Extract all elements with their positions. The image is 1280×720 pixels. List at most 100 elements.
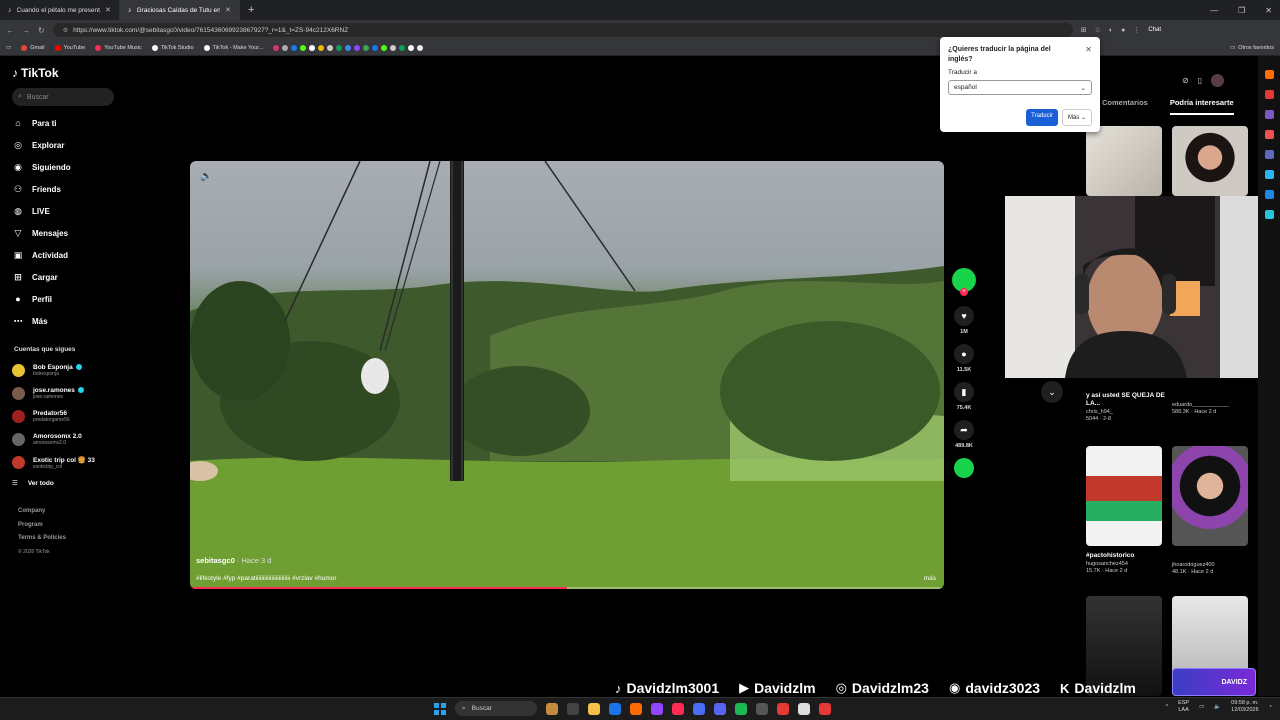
list-item[interactable]: eduardo____________ 588.3K · Hace 2 d — [1172, 401, 1252, 415]
close-tab-icon[interactable]: ✕ — [105, 6, 111, 14]
windows-start-icon[interactable] — [434, 702, 446, 715]
list-item[interactable]: y así usted SE QUEJA DE LA... chris_h94_… — [1086, 392, 1166, 422]
save-button[interactable]: ▮ — [954, 382, 974, 402]
video-thumbnail[interactable] — [1086, 446, 1162, 546]
sidebar-item-friends[interactable]: ⚇ Friends — [12, 178, 108, 200]
bookmark-tiktok[interactable]: TikTok - Make Your... — [203, 44, 263, 51]
extension-icon[interactable] — [1264, 170, 1274, 179]
tray-chevron-icon[interactable]: ^ — [1165, 704, 1168, 710]
list-item[interactable]: jhoarodriguez400 48.1K · Hace 2 d — [1172, 561, 1252, 575]
site-info-icon[interactable]: ⚙ — [63, 27, 68, 34]
star-icon[interactable]: ☆ — [1095, 26, 1101, 34]
see-all-button[interactable]: ☰ Ver todo — [12, 476, 108, 490]
taskbar-app-icon[interactable] — [630, 702, 642, 715]
footer-terms[interactable]: Terms & Policies — [18, 535, 108, 549]
chrome-icon[interactable] — [609, 702, 621, 715]
video-thumbnail[interactable] — [1172, 126, 1248, 196]
extension-icon[interactable] — [1264, 90, 1274, 99]
footer-company[interactable]: Company — [18, 508, 108, 522]
footer-program[interactable]: Program — [18, 522, 108, 536]
video-thumbnail[interactable] — [1086, 126, 1162, 196]
url-field[interactable]: ⚙ https://www.tiktok.com/@sebitasgc0/vid… — [52, 23, 1073, 37]
share-button[interactable]: ➦ — [954, 420, 974, 440]
back-icon[interactable]: ← — [6, 26, 14, 35]
bookmark-tiktok-studio[interactable]: TikTok Studio — [151, 44, 194, 51]
bookmark-youtube-music[interactable]: YouTube Music — [95, 44, 142, 51]
following-item[interactable]: Amorosomx 2.0 amorosomx2.0 — [12, 428, 108, 451]
phone-icon[interactable]: ▯ — [1198, 76, 1202, 85]
tab-recommended[interactable]: Podría interesarte — [1169, 98, 1234, 115]
taskbar-app-icon[interactable] — [756, 702, 768, 715]
extension-icon[interactable] — [1264, 110, 1274, 119]
translate-button[interactable]: Traducir — [1026, 109, 1058, 126]
reload-icon[interactable]: ↻ — [38, 26, 45, 35]
extension-icon[interactable] — [1264, 150, 1274, 159]
following-item[interactable]: Predator56 predatorgame56 — [12, 405, 108, 428]
tab-comments[interactable]: Comentarios — [1102, 98, 1148, 115]
video-author[interactable]: sebitasgc0 · Hace 3 d — [196, 556, 271, 565]
taskbar-app-icon[interactable] — [651, 702, 663, 715]
taskbar-app-icon[interactable] — [798, 702, 810, 715]
browser-tab-1[interactable]: ♪ Cuando el pétalo me presenta a s ✕ — [0, 0, 120, 20]
profile-icon[interactable]: ● — [1121, 27, 1125, 34]
sidebar-item-actividad[interactable]: ▣ Actividad — [12, 244, 108, 266]
comment-button[interactable]: ● — [954, 344, 974, 364]
network-icon[interactable]: ▭ — [1199, 704, 1204, 710]
following-item[interactable]: Exotic trip col 🍔 33 exotictrip_col — [12, 451, 108, 474]
video-player[interactable]: 🔈 sebitasgc0 · Hace 3 d #lifestyle #fyp … — [190, 161, 944, 589]
bookmark-other-folder[interactable]: ▭ Otros favoritos — [1230, 45, 1274, 51]
video-progress-bar[interactable] — [190, 587, 944, 589]
new-tab-button[interactable]: + — [240, 4, 262, 16]
video-hashtags[interactable]: #lifestyle #fyp #paratiiiiiiiiiiiiiiiiii… — [196, 575, 337, 582]
sidebar-item-m-s[interactable]: ⋯ Más — [12, 310, 108, 332]
chevron-down-icon[interactable]: ⌄ — [1041, 381, 1063, 403]
spotify-icon[interactable] — [735, 702, 747, 715]
minimize-icon[interactable]: — — [1210, 6, 1218, 15]
sidebar-item-explorar[interactable]: ◎ Explorar — [12, 134, 108, 156]
volume-icon[interactable]: 🔈 — [200, 171, 212, 182]
close-window-icon[interactable]: ✕ — [1265, 6, 1272, 15]
more-options-button[interactable]: Más ⌄ — [1061, 109, 1092, 126]
extension-icon[interactable] — [1264, 210, 1274, 219]
close-icon[interactable]: ✕ — [1085, 45, 1092, 54]
task-view-icon[interactable] — [567, 702, 579, 715]
chat-button[interactable]: Chat — [1148, 27, 1161, 33]
sidebar-item-mensajes[interactable]: ▽ Mensajes — [12, 222, 108, 244]
bookmark-youtube[interactable]: YouTube — [54, 44, 85, 51]
taskbar-search[interactable]: ⌕ Buscar — [455, 701, 537, 716]
taskbar-app-icon[interactable] — [546, 702, 558, 715]
close-tab-icon[interactable]: ✕ — [225, 6, 231, 14]
language-indicator[interactable]: ESP LAA — [1178, 700, 1189, 714]
extension-icon[interactable] — [1264, 70, 1274, 79]
language-select[interactable]: español ⌄ — [948, 80, 1092, 95]
extension-icon[interactable]: ◐ — [1109, 27, 1113, 34]
tiktok-icon[interactable] — [672, 702, 684, 715]
discord-icon[interactable] — [714, 702, 726, 715]
forward-icon[interactable]: → — [22, 26, 30, 35]
notifications-icon[interactable]: ◔ — [1269, 704, 1272, 710]
bookmark-gmail[interactable]: Gmail — [21, 44, 45, 51]
music-disc-icon[interactable] — [954, 458, 974, 478]
sidebar-item-live[interactable]: ◍ LIVE — [12, 200, 108, 222]
volume-icon[interactable]: 🔈 — [1214, 704, 1221, 710]
tiktok-logo[interactable]: ♪ TikTok — [12, 66, 108, 80]
sidebar-item-perfil[interactable]: ● Perfil — [12, 288, 108, 310]
creator-avatar[interactable]: + — [952, 268, 976, 296]
following-item[interactable]: jose.ramones jose.ramones — [12, 382, 108, 405]
browser-tab-2[interactable]: ♪ Graciosas Caídas de Tutu en ✕ — [120, 0, 240, 20]
video-more-link[interactable]: más — [924, 575, 936, 582]
search-input[interactable]: ⌕ Buscar — [12, 88, 114, 106]
maximize-icon[interactable]: ❐ — [1238, 6, 1245, 15]
bookmark-icons[interactable] — [273, 44, 424, 51]
follow-plus-icon[interactable]: + — [960, 288, 968, 296]
sidebar-item-cargar[interactable]: ⊞ Cargar — [12, 266, 108, 288]
sidebar-item-para-ti[interactable]: ⌂ Para ti — [12, 112, 108, 134]
list-item[interactable]: #pactohistorico hugosanchez454 15.7K · H… — [1086, 552, 1166, 574]
sidebar-item-siguiendo[interactable]: ◉ Siguiendo — [12, 156, 108, 178]
taskbar-app-icon[interactable] — [777, 702, 789, 715]
taskbar-app-icon[interactable] — [693, 702, 705, 715]
following-item[interactable]: Bob Esponja bobesponja — [12, 359, 108, 382]
file-explorer-icon[interactable] — [588, 702, 600, 715]
extension-icon[interactable] — [1264, 190, 1274, 199]
apps-icon[interactable]: ▭ — [6, 45, 11, 51]
